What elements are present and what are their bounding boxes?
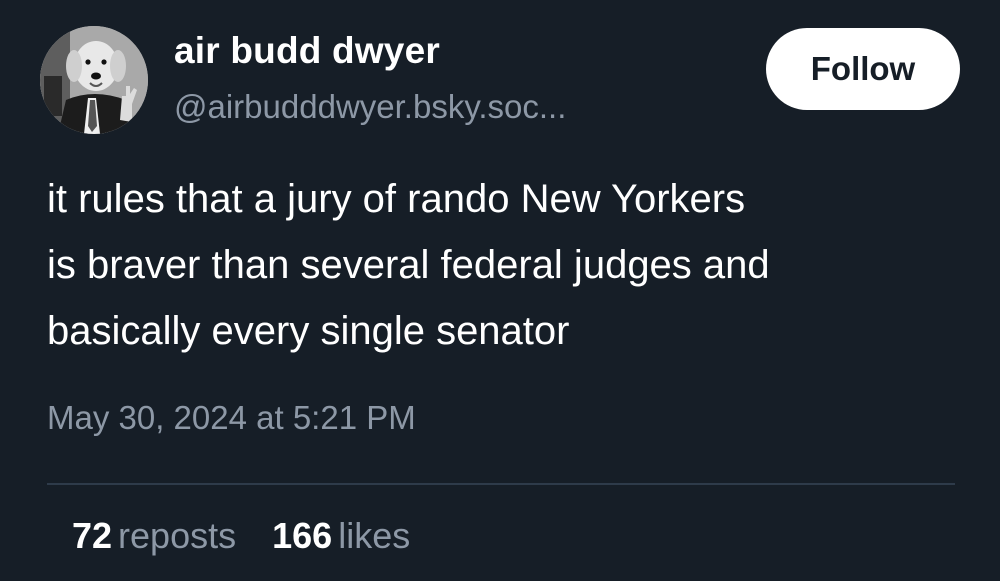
post-text-line: is braver than several federal judges an… <box>47 243 770 287</box>
post-stats: 72 reposts 166 likes <box>72 515 436 557</box>
post-text-line: basically every single senator <box>47 309 570 353</box>
likes-stat[interactable]: 166 likes <box>272 515 410 557</box>
post-card: air budd dwyer @airbudddwyer.bsky.soc...… <box>0 0 1000 581</box>
reposts-label: reposts <box>118 515 237 556</box>
likes-count: 166 <box>272 515 333 556</box>
avatar[interactable] <box>40 26 148 134</box>
likes-label: likes <box>338 515 411 556</box>
divider <box>47 483 955 485</box>
author-display-name[interactable]: air budd dwyer <box>174 30 440 72</box>
post-text: it rules that a jury of rando New Yorker… <box>47 166 967 364</box>
dog-avatar-icon <box>40 26 148 134</box>
follow-button[interactable]: Follow <box>766 28 960 110</box>
post-text-line: it rules that a jury of rando New Yorker… <box>47 177 746 221</box>
author-handle[interactable]: @airbudddwyer.bsky.soc... <box>174 88 566 126</box>
reposts-stat[interactable]: 72 reposts <box>72 515 236 557</box>
reposts-count: 72 <box>72 515 113 556</box>
post-timestamp[interactable]: May 30, 2024 at 5:21 PM <box>47 399 416 437</box>
